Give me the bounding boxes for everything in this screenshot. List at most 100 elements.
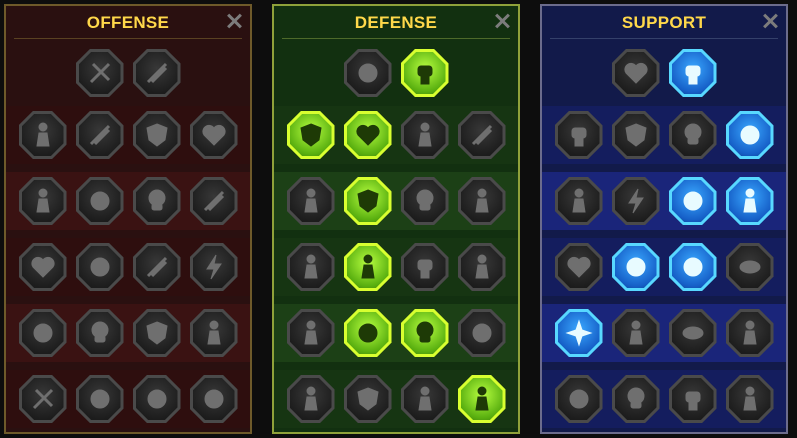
triple-drops-skill[interactable]	[343, 309, 392, 357]
armored-brute-skill[interactable]	[400, 375, 449, 423]
triple-blades-skill[interactable]	[132, 49, 181, 97]
raised-fist-skill[interactable]	[400, 49, 449, 97]
chained-heart-skill[interactable]	[554, 243, 603, 291]
fire-comet-icon	[626, 257, 645, 277]
knight-shield-skill[interactable]	[343, 177, 392, 225]
heart-plus-skill[interactable]	[611, 49, 660, 97]
skill-frame	[78, 378, 121, 420]
skull-cloud-skill[interactable]	[75, 309, 124, 357]
crackling-ground-skill[interactable]	[668, 177, 717, 225]
chevron-shield-icon	[299, 123, 322, 147]
gauntlet-skill[interactable]	[75, 243, 124, 291]
martial-kick-skill[interactable]	[725, 309, 774, 357]
hourglass-figure-skill[interactable]	[343, 243, 392, 291]
lightning-skill[interactable]	[611, 177, 660, 225]
bleeding-skull-skill[interactable]	[132, 177, 181, 225]
heart-sword-skill[interactable]	[18, 243, 67, 291]
battle-axe-skill[interactable]	[132, 243, 181, 291]
support-tier-2	[542, 106, 786, 164]
grim-skull-skill[interactable]	[611, 375, 660, 423]
demon-beast-skill[interactable]	[132, 375, 181, 423]
close-icon[interactable]	[492, 11, 512, 31]
chain-lightning-skill[interactable]	[189, 243, 238, 291]
poison-flask-skill[interactable]	[554, 375, 603, 423]
rage-figure-skill[interactable]	[18, 111, 67, 159]
kicking-foot-skill[interactable]	[611, 309, 660, 357]
wing-shield-skill[interactable]	[343, 375, 392, 423]
knight-helmet-skill[interactable]	[75, 375, 124, 423]
speed-streak-skill[interactable]	[725, 111, 774, 159]
flaming-heart-skill[interactable]	[343, 111, 392, 159]
close-icon[interactable]	[224, 11, 244, 31]
flaming-skull-skill[interactable]	[668, 111, 717, 159]
stone-golem-skill[interactable]	[400, 111, 449, 159]
hourglass-figure-icon	[360, 254, 375, 279]
support-title: SUPPORT	[621, 13, 707, 32]
skill-frame	[78, 312, 121, 354]
martial-kick-icon	[742, 320, 757, 345]
sword-sparkle-skill[interactable]	[18, 375, 67, 423]
knight-helmet-icon	[90, 389, 109, 409]
fanged-mouth-skill[interactable]	[75, 177, 124, 225]
glaring-eyes-skill[interactable]	[725, 243, 774, 291]
bull-head-skill[interactable]	[457, 243, 506, 291]
close-icon[interactable]	[760, 11, 780, 31]
heart-plus-icon	[623, 62, 648, 84]
skull-heart-skill[interactable]	[400, 177, 449, 225]
skill-frame	[21, 312, 64, 354]
open-book-skill[interactable]	[668, 243, 717, 291]
warrior-punch-icon	[206, 320, 221, 345]
scythe-icon	[203, 190, 224, 212]
poison-flask-icon	[569, 389, 588, 409]
support-header: SUPPORT	[542, 6, 786, 40]
fire-comet-skill[interactable]	[611, 243, 660, 291]
warrior-punch-skill[interactable]	[189, 309, 238, 357]
brick-wall-skill[interactable]	[343, 49, 392, 97]
broken-heart-skill[interactable]	[189, 111, 238, 159]
shield-sword-skill[interactable]	[132, 111, 181, 159]
skill-frame	[671, 52, 714, 94]
skill-frame	[78, 246, 121, 288]
skill-frame	[346, 246, 389, 288]
speed-runner-skill[interactable]	[286, 309, 335, 357]
deflect-slash-icon	[471, 124, 492, 146]
stop-hand-skill[interactable]	[400, 243, 449, 291]
ripple-shield-skill[interactable]	[611, 111, 660, 159]
swirling-hand-skill[interactable]	[668, 49, 717, 97]
all-seeing-eye-skill[interactable]	[668, 309, 717, 357]
winged-statue-skill[interactable]	[286, 375, 335, 423]
praying-hands-skill[interactable]	[554, 111, 603, 159]
bull-head-icon	[474, 254, 489, 279]
radiant-skull-icon	[416, 321, 433, 343]
radiant-skull-skill[interactable]	[400, 309, 449, 357]
chained-heart-icon	[566, 256, 591, 278]
offense-tier-4	[6, 238, 250, 296]
flexing-champion-skill[interactable]	[457, 375, 506, 423]
stone-golem-icon	[417, 122, 432, 147]
aura-head-skill[interactable]	[457, 177, 506, 225]
eagle-head-skill[interactable]	[725, 375, 774, 423]
deflect-slash-skill[interactable]	[457, 111, 506, 159]
skill-frame	[192, 378, 235, 420]
skill-frame	[728, 114, 771, 156]
scythe-skill[interactable]	[189, 177, 238, 225]
compass-star-skill[interactable]	[554, 309, 603, 357]
crossed-swords-skill[interactable]	[75, 49, 124, 97]
dark-fist-skill[interactable]	[668, 375, 717, 423]
claw-slash-skill[interactable]	[75, 111, 124, 159]
sparkle-figure-skill[interactable]	[554, 177, 603, 225]
twin-figures-icon	[742, 188, 757, 213]
dodge-figure-skill[interactable]	[286, 177, 335, 225]
offense-header: OFFENSE	[6, 6, 250, 40]
crowd-skill[interactable]	[286, 243, 335, 291]
swirl-block-skill[interactable]	[457, 309, 506, 357]
strongman-skill[interactable]	[18, 177, 67, 225]
skeleton-spider-skill[interactable]	[189, 375, 238, 423]
shatter-burst-skill[interactable]	[18, 309, 67, 357]
spear-shield-skill[interactable]	[132, 309, 181, 357]
skill-frame	[192, 114, 235, 156]
offense-tier-2	[6, 106, 250, 164]
twin-figures-skill[interactable]	[725, 177, 774, 225]
chevron-shield-skill[interactable]	[286, 111, 335, 159]
support-tier-1	[542, 44, 786, 102]
